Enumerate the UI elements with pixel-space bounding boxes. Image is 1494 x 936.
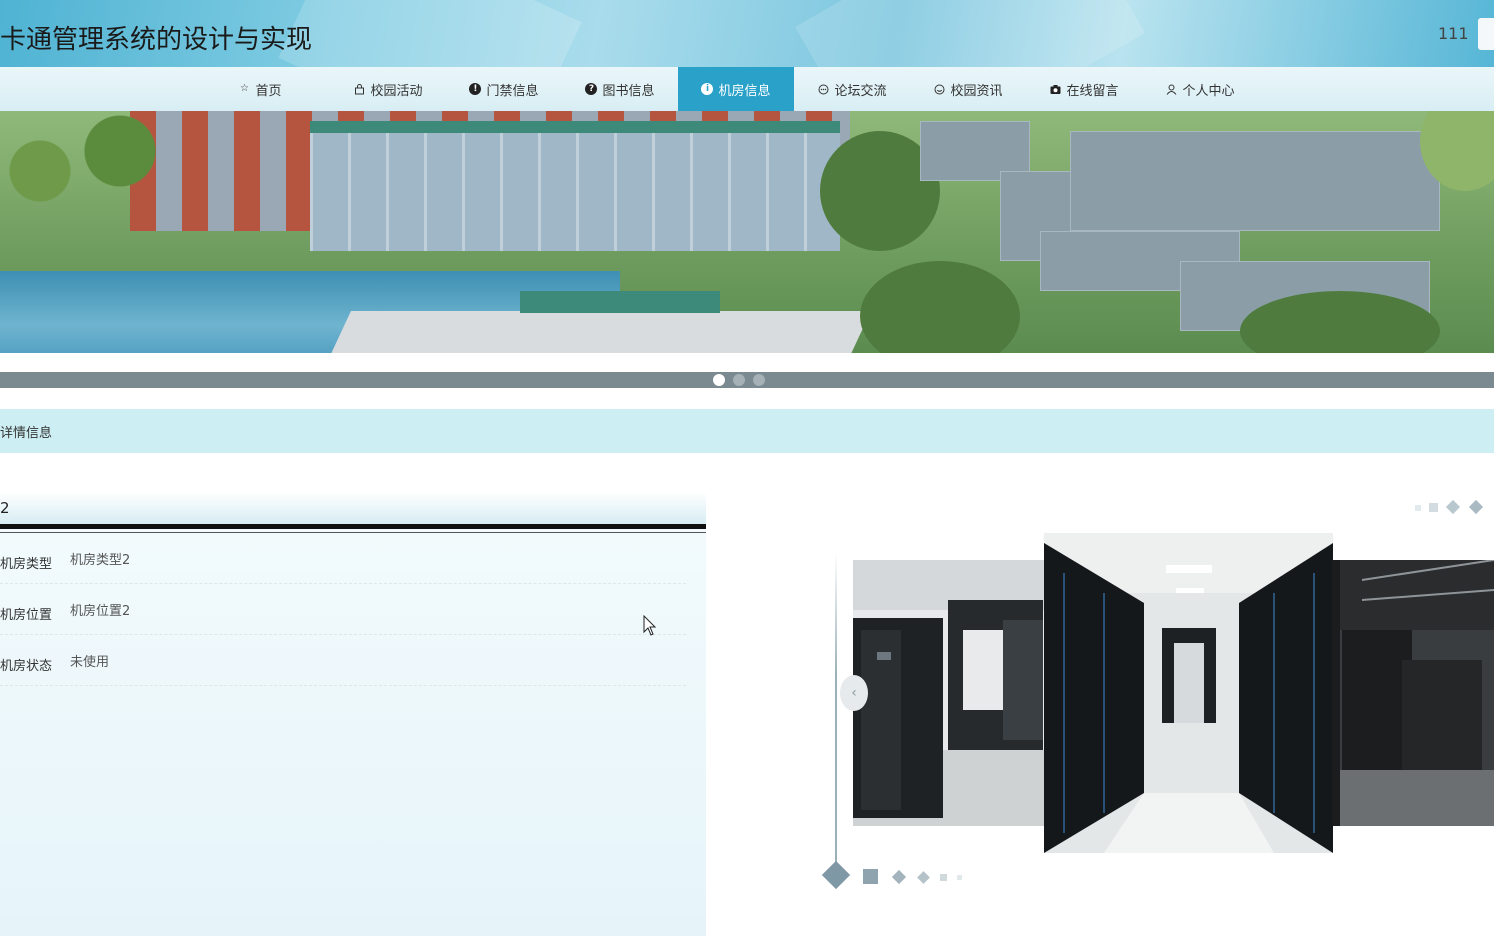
main-nav: ☆ 首页 校园活动 ! 门禁信息 ? 图书信息 i 机房信息 论坛交流 校园资讯… [0,67,1494,111]
detail-row-label: 机房状态 [0,659,53,674]
nav-item-personal-center[interactable]: 个人中心 [1142,67,1258,111]
detail-panel: 2 机房类型 机房类型2 机房位置 机房位置2 机房状态 未使用 [0,492,706,936]
nav-item-label: 在线留言 [1066,83,1119,99]
question-circle-icon: ? [585,83,598,95]
detail-row: 机房位置 机房位置2 [0,584,686,635]
carousel-dot[interactable] [733,374,745,386]
divider [0,524,706,529]
detail-row-label: 机房位置 [0,608,53,623]
detail-row-value: 机房类型2 [70,553,131,568]
section-title-bar: 详情信息 [0,409,1494,453]
detail-row: 机房状态 未使用 [0,635,686,686]
banner-pavilion-roof [520,291,720,313]
detail-row-value: 机房位置2 [70,604,131,619]
detail-header: 2 [0,492,706,524]
smile-icon [933,83,945,95]
carousel-dot[interactable] [753,374,765,386]
decor-diamond [1468,499,1484,515]
nav-item-label: 论坛交流 [834,83,887,99]
nav-item-label: 机房信息 [718,83,771,99]
nav-item-label: 校园活动 [370,83,423,99]
gallery-image[interactable] [1044,533,1333,853]
nav-item-computer-room[interactable]: i 机房信息 [678,67,794,111]
banner-hall [310,121,840,251]
banner-trees [0,111,180,251]
carousel-dot[interactable] [713,374,725,386]
nav-item-label: 首页 [255,83,282,99]
mouse-cursor-icon [643,615,657,636]
site-header: 卡通管理系统的设计与实现 111 [0,0,1494,67]
nav-item-campus-news[interactable]: 校园资讯 [910,67,1026,111]
decor-square [1429,503,1438,512]
user-icon [1165,83,1177,95]
detail-row: 机房类型 机房类型2 [0,533,686,584]
section-title: 详情信息 [0,425,53,441]
nav-item-home[interactable]: ☆ 首页 [202,67,318,111]
site-title: 卡通管理系统的设计与实现 [0,25,313,55]
decor-diamond [891,869,907,885]
nav-item-campus-activity[interactable]: 校园活动 [330,67,446,111]
decor-square [1415,505,1421,511]
carousel-bar [0,372,1494,388]
gallery-prev-button[interactable]: ‹ [840,675,868,711]
nav-item-access-control[interactable]: ! 门禁信息 [446,67,562,111]
campus-banner-image [0,111,1494,353]
decor-square [957,875,962,880]
decor-square [863,869,878,884]
nav-item-label: 图书信息 [602,83,655,99]
exclamation-circle-icon: ! [469,83,482,95]
detail-row-label: 机房类型 [0,557,53,572]
nav-item-forum[interactable]: 论坛交流 [794,67,910,111]
nav-item-label: 个人中心 [1182,83,1235,99]
detail-row-value: 未使用 [70,655,110,670]
nav-item-label: 校园资讯 [950,83,1003,99]
camera-icon [1049,83,1061,95]
nav-item-message[interactable]: 在线留言 [1026,67,1142,111]
decor-square [940,874,947,881]
gallery-image[interactable] [853,560,1045,826]
gallery-divider [835,552,837,862]
decor-diamond [1445,499,1461,515]
nav-item-books[interactable]: ? 图书信息 [562,67,678,111]
gallery-image[interactable] [1332,560,1494,826]
info-circle-icon: i [701,83,714,95]
nav-item-label: 门禁信息 [486,83,539,99]
decor-diamond [821,860,851,890]
star-outline-icon: ☆ [240,83,249,94]
chevron-left-icon: ‹ [851,685,857,701]
user-name[interactable]: 111 [1438,24,1469,43]
bag-icon [353,83,365,95]
banner-block-building [1070,131,1440,231]
banner-plaza [309,311,871,353]
decor-diamond [917,871,930,884]
detail-title: 2 [0,499,10,517]
image-gallery: ‹ [810,492,1494,912]
user-menu-button[interactable] [1478,18,1494,50]
banner-tree [860,261,1020,353]
chat-icon [817,83,829,95]
